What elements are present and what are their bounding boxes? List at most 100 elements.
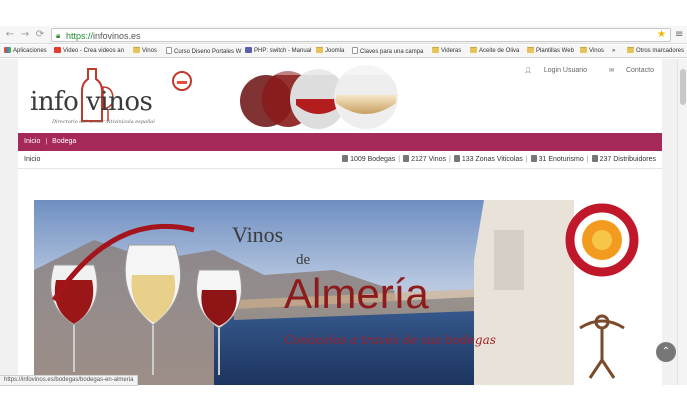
- bookmark-label: PHP: switch - Manual: [254, 48, 312, 54]
- award-badge-icon: [172, 71, 192, 91]
- url-scheme: https://: [66, 31, 94, 41]
- login-label: Login Usuario: [543, 67, 588, 74]
- main-nav: Inicio | Bodega: [18, 133, 662, 151]
- nav-separator: |: [45, 138, 48, 145]
- breadcrumb[interactable]: Inicio: [24, 151, 40, 169]
- banner-title-almeria: Almería: [284, 270, 429, 317]
- page-container: info vinos Directorio del sector vitivin…: [18, 59, 662, 385]
- bookmark-label: Curso Diseno Portales W: [174, 49, 242, 55]
- folder-icon: [316, 47, 323, 53]
- stat-label: 31 Enoturismo: [538, 156, 584, 163]
- bookmark-label: Video - Crea videos an: [63, 48, 124, 54]
- truck-icon: [591, 155, 598, 162]
- php-icon: [245, 47, 252, 53]
- bookmark-item[interactable]: Joomla: [316, 47, 344, 56]
- bookmark-star-icon[interactable]: ★: [657, 29, 666, 41]
- back-icon[interactable]: ←: [4, 29, 16, 41]
- bookmark-item[interactable]: Vinos: [133, 47, 157, 56]
- stat-label: 237 Distribuidores: [599, 156, 656, 163]
- stat-item[interactable]: 2127 Vinos: [403, 151, 446, 169]
- stats-divider: |: [525, 156, 528, 163]
- browser-menu-icon[interactable]: ≡: [675, 29, 683, 41]
- bookmark-item[interactable]: Aplicaciones: [4, 47, 47, 56]
- envelope-icon: ✉: [608, 67, 615, 74]
- lock-icon: 🔒︎: [56, 31, 61, 40]
- almeria-banner-image[interactable]: Vinos de Almería Conócelos a través de s…: [34, 200, 642, 385]
- folder-icon: [627, 47, 634, 53]
- page-icon: [352, 47, 358, 54]
- stat-item[interactable]: 31 Enoturismo: [530, 151, 584, 169]
- url-domain: infovinos.es: [93, 31, 141, 41]
- apps-icon: [4, 47, 11, 53]
- logo-text: info vinos: [30, 87, 153, 117]
- bookmark-item[interactable]: Video - Crea videos an: [54, 47, 124, 56]
- contact-label: Contacto: [625, 67, 654, 74]
- page-scrollbar[interactable]: [677, 59, 687, 385]
- login-link[interactable]: 👤︎ Login Usuario: [514, 67, 587, 74]
- bookmark-item[interactable]: »: [612, 47, 615, 56]
- browser-toolbar: ← → ⟳ 🔒︎ https://infovinos.es ★ ≡: [0, 26, 687, 44]
- logo-tagline: Directorio del sector vitivinícola españ…: [52, 119, 155, 125]
- contact-link[interactable]: ✉ Contacto: [599, 67, 654, 74]
- bookmark-item[interactable]: Plantillas Web: [527, 47, 574, 56]
- page-icon: [166, 47, 172, 54]
- bookmark-label: Plantillas Web: [536, 48, 574, 54]
- user-icon: 👤︎: [524, 67, 532, 74]
- folder-icon: [527, 47, 534, 53]
- stat-label: 2127 Vinos: [411, 156, 446, 163]
- banner-section: Vinos de Almería Conócelos a través de s…: [18, 183, 662, 385]
- bookmark-item[interactable]: Otros marcadores: [627, 47, 684, 56]
- bookmark-label: Vinos: [142, 48, 157, 54]
- nav-item-bodega[interactable]: Bodega: [52, 138, 76, 145]
- folder-icon: [133, 47, 140, 53]
- bookmark-item[interactable]: PHP: switch - Manual: [245, 47, 311, 56]
- reload-icon[interactable]: ⟳: [34, 29, 46, 41]
- stats-divider: |: [448, 156, 451, 163]
- folder-icon: [580, 47, 587, 53]
- stat-item[interactable]: 133 Zonas Viticolas: [453, 151, 523, 169]
- bottle-icon: [403, 155, 410, 162]
- bookmark-label: Vinos: [589, 48, 604, 54]
- nav-item-inicio[interactable]: Inicio: [24, 138, 40, 145]
- forward-icon[interactable]: →: [19, 29, 31, 41]
- bookmark-item[interactable]: Aceite de Oliva: [470, 47, 519, 56]
- stat-item[interactable]: 237 Distribuidores: [591, 151, 656, 169]
- bookmark-label: Videras: [441, 48, 462, 54]
- address-bar[interactable]: 🔒︎ https://infovinos.es ★: [51, 28, 671, 42]
- banner-title-de: de: [296, 252, 311, 268]
- utility-links: 👤︎ Login Usuario ✉ Contacto: [504, 67, 654, 74]
- building-icon: [342, 155, 349, 162]
- header-wine-glasses-image: [236, 65, 414, 129]
- banner-title-vinos: Vinos: [232, 222, 283, 247]
- bookmark-item[interactable]: Videras: [432, 47, 461, 56]
- web-page: info vinos Directorio del sector vitivin…: [0, 59, 687, 385]
- stat-item[interactable]: 1009 Bodegas: [342, 151, 395, 169]
- grape-icon: [530, 155, 537, 162]
- back-to-top-button[interactable]: ⌃: [656, 342, 676, 362]
- stats-divider: |: [398, 156, 401, 163]
- bookmark-item[interactable]: Curso Diseno Portales W: [166, 47, 241, 57]
- bookmark-label: Joomla: [325, 48, 345, 54]
- bookmark-label: Claves para una campa: [360, 49, 424, 55]
- url-text[interactable]: https://infovinos.es: [66, 30, 141, 42]
- stats-divider: |: [586, 156, 589, 163]
- stat-label: 133 Zonas Viticolas: [461, 156, 523, 163]
- banner-subtitle: Conócelos a través de sus bodegas: [284, 333, 496, 347]
- status-bar: https://infovinos.es/bodegas/bodegas-en-…: [0, 375, 139, 386]
- folder-icon: [470, 47, 477, 53]
- bookmark-label: Aceite de Oliva: [479, 48, 520, 54]
- bookmarks-bar: Aplicaciones Video - Crea videos an Vinos C…: [0, 45, 687, 58]
- bookmark-label: »: [612, 48, 616, 54]
- map-icon: [453, 155, 460, 162]
- yt-icon: [54, 47, 61, 53]
- info-bar: Inicio 1009 Bodegas | 2127 Vinos | 133 Zonas…: [18, 151, 662, 169]
- bookmark-item[interactable]: Claves para una campa: [352, 47, 423, 57]
- site-logo[interactable]: info vinos Directorio del sector vitivin…: [30, 65, 215, 129]
- scrollbar-thumb[interactable]: [680, 69, 686, 105]
- bookmark-label: Otros marcadores: [636, 48, 685, 54]
- stat-label: 1009 Bodegas: [350, 156, 396, 163]
- bookmark-item[interactable]: Vinos: [580, 47, 604, 56]
- site-stats: 1009 Bodegas | 2127 Vinos | 133 Zonas Vitico…: [342, 151, 656, 169]
- folder-icon: [432, 47, 439, 53]
- bookmark-label: Aplicaciones: [13, 48, 47, 54]
